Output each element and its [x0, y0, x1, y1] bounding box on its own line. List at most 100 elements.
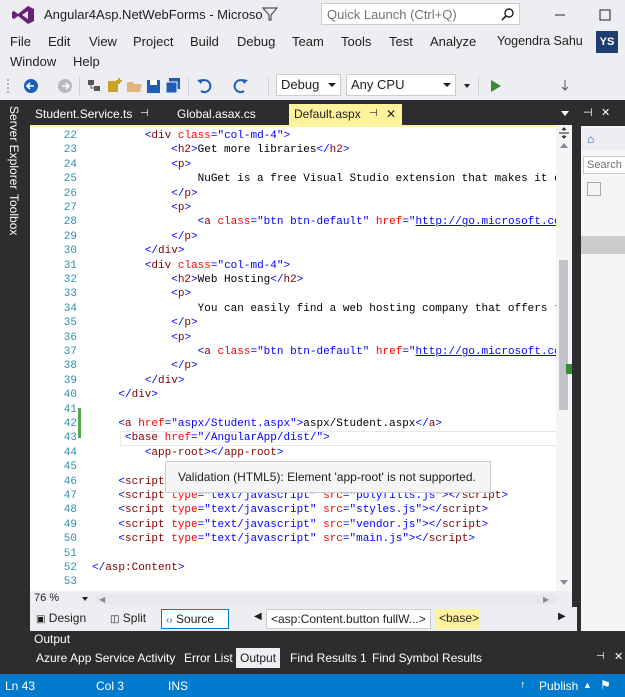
- current-tag[interactable]: <base>: [435, 609, 479, 629]
- tab-output[interactable]: Output: [236, 648, 281, 668]
- horizontal-scrollbar[interactable]: ◀ ▶: [96, 594, 556, 604]
- menu-test[interactable]: Test: [389, 34, 413, 49]
- line-number: 39: [63, 374, 77, 387]
- close-icon[interactable]: ✕: [614, 650, 623, 663]
- start-debugging-icon[interactable]: [487, 76, 505, 96]
- publish-button[interactable]: Publish: [539, 679, 578, 693]
- navigate-back-icon[interactable]: [22, 76, 40, 96]
- line-number: 24: [63, 158, 77, 171]
- line-number: 37: [63, 346, 77, 358]
- code-line: </div>: [144, 245, 185, 258]
- left-tool-rail: Server Explorer Toolbox: [0, 100, 30, 648]
- maximize-button[interactable]: [585, 0, 625, 30]
- standard-toolbar: Debug Any CPU: [0, 72, 625, 100]
- tab-azure-app-service-activity[interactable]: Azure App Service Activity: [32, 650, 179, 666]
- tab-find-symbol-results[interactable]: Find Symbol Results: [368, 650, 486, 666]
- tab-default-aspx[interactable]: Default.aspx ⊣ ✕: [289, 104, 402, 125]
- publish-up-chevron-icon[interactable]: ▲: [583, 680, 592, 690]
- navigate-forward-icon[interactable]: [56, 76, 74, 96]
- tab-student-service-ts[interactable]: Student.Service.ts ⊣: [30, 104, 165, 125]
- solution-platform-value: Any CPU: [351, 77, 405, 92]
- code-line: </div>: [144, 374, 185, 387]
- tab-global-asax-cs[interactable]: Global.asax.cs: [172, 104, 287, 125]
- menu-analyze[interactable]: Analyze: [430, 34, 476, 49]
- code-line: </div>: [118, 389, 159, 402]
- scrollbar-thumb[interactable]: [559, 260, 568, 410]
- code-line: <div class="col-md-4">: [144, 130, 291, 142]
- menu-project[interactable]: Project: [133, 34, 173, 49]
- line-number-gutter: 22 23 24 25 26 27 28 29 30 31 32 33 34 35 36 37 38 39 40 41…: [30, 127, 78, 591]
- feedback-filter-icon[interactable]: [262, 6, 278, 22]
- menu-view[interactable]: View: [89, 34, 117, 49]
- toolbox-tab[interactable]: Toolbox: [7, 194, 21, 235]
- selected-tree-item[interactable]: [581, 236, 625, 254]
- solution-configuration-dropdown[interactable]: Debug: [276, 74, 341, 96]
- pin-icon[interactable]: ⊣: [369, 108, 378, 119]
- publish-up-icon[interactable]: ↑: [520, 679, 526, 691]
- line-number: 31: [63, 259, 77, 272]
- pin-icon[interactable]: ⊣: [140, 108, 149, 119]
- undo-icon[interactable]: [196, 76, 214, 96]
- tag-nav-left-icon[interactable]: ◀: [254, 611, 262, 622]
- solution-explorer-icon[interactable]: [86, 76, 104, 96]
- new-project-icon[interactable]: [106, 76, 124, 96]
- menu-edit[interactable]: Edit: [48, 34, 70, 49]
- code-line: <a href="aspx/Student.aspx">aspx/Student…: [118, 418, 442, 430]
- bottom-tool-tabs: Azure App Service Activity Error List Ou…: [30, 648, 625, 670]
- menu-file[interactable]: File: [10, 34, 31, 49]
- menu-help[interactable]: Help: [73, 54, 100, 69]
- line-number: 28: [63, 216, 77, 229]
- pin-icon[interactable]: ⊣: [583, 106, 593, 119]
- tree-node-icon[interactable]: [587, 182, 601, 196]
- save-all-icon[interactable]: [165, 76, 183, 96]
- home-icon[interactable]: ⌂: [587, 132, 594, 146]
- user-name[interactable]: Yogendra Sahu: [497, 34, 583, 48]
- tab-find-results-1[interactable]: Find Results 1: [286, 650, 371, 666]
- scrollbar-caret-marker: [566, 364, 572, 374]
- server-explorer-tab[interactable]: Server Explorer: [7, 106, 21, 189]
- source-view-button[interactable]: ‹› Source: [161, 609, 229, 629]
- menu-tools[interactable]: Tools: [341, 34, 371, 49]
- split-editor-icon[interactable]: [558, 127, 570, 139]
- close-icon[interactable]: ✕: [386, 107, 396, 121]
- minimize-button[interactable]: [546, 0, 574, 30]
- line-number: 41: [63, 403, 77, 416]
- design-label: Design: [48, 611, 87, 625]
- quick-launch-box[interactable]: [321, 3, 520, 25]
- tool-window-search[interactable]: Search: [583, 156, 625, 174]
- toolbar-overflow-icon[interactable]: [560, 76, 570, 96]
- menu-build[interactable]: Build: [190, 34, 219, 49]
- toolbar-separator: [188, 77, 189, 95]
- tab-label: Default.aspx: [294, 107, 361, 121]
- split-view-button[interactable]: ◫ Split: [106, 609, 156, 629]
- search-icon[interactable]: [501, 7, 515, 21]
- redo-icon[interactable]: [231, 76, 249, 96]
- scroll-down-icon[interactable]: [560, 580, 568, 586]
- line-number: 33: [63, 288, 77, 301]
- tab-list-dropdown-icon[interactable]: [560, 110, 570, 118]
- scroll-up-icon[interactable]: [560, 142, 568, 148]
- chevron-down-icon: [328, 83, 336, 87]
- design-view-button[interactable]: ▣ Design: [32, 609, 98, 629]
- quick-launch-input[interactable]: [322, 4, 492, 24]
- menu-window[interactable]: Window: [10, 54, 56, 69]
- scroll-right-icon[interactable]: ▶: [543, 595, 549, 604]
- zoom-level-dropdown[interactable]: 76 %: [30, 591, 90, 607]
- save-icon[interactable]: [145, 76, 163, 96]
- output-window-header: Output: [30, 631, 625, 648]
- code-editor[interactable]: 22 23 24 25 26 27 28 29 30 31 32 33 34 35 36 37 38 39 40 41…: [30, 125, 572, 591]
- menu-team[interactable]: Team: [292, 34, 324, 49]
- menu-debug[interactable]: Debug: [237, 34, 275, 49]
- tab-error-list[interactable]: Error List: [180, 650, 237, 666]
- tag-nav-right-icon[interactable]: ▶: [558, 611, 566, 622]
- notifications-icon[interactable]: ⚑: [600, 678, 611, 692]
- avatar[interactable]: YS: [596, 31, 618, 53]
- scroll-left-icon[interactable]: ◀: [99, 595, 105, 604]
- toolbar-overflow-icon[interactable]: [462, 76, 472, 96]
- pin-icon[interactable]: ⊣: [596, 651, 605, 662]
- close-icon[interactable]: ✕: [601, 106, 610, 119]
- solution-platform-dropdown[interactable]: Any CPU: [346, 74, 456, 96]
- open-file-icon[interactable]: [126, 76, 144, 96]
- tag-breadcrumb[interactable]: <asp:Content.button fullW...>: [266, 609, 431, 629]
- toolbar-separator: [268, 77, 269, 95]
